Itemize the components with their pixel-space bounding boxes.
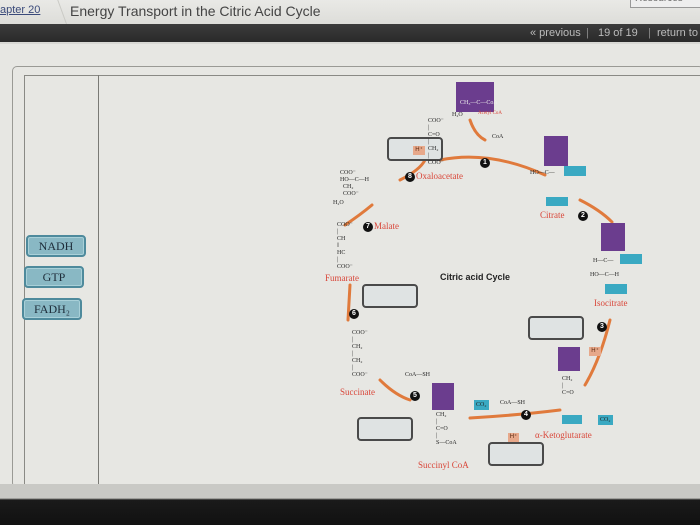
akg-highlight xyxy=(558,347,580,371)
acetyl-coa-formula: CH₃—C—CoA xyxy=(460,100,498,106)
isocitrate-coo-highlight-1 xyxy=(620,254,642,264)
acetyl-coa-name: Acetyl CoA xyxy=(478,111,503,116)
h-plus-badge: H⁺ xyxy=(413,146,425,155)
citrate-ho: HO—C— xyxy=(530,170,555,176)
taskbar xyxy=(0,484,700,525)
coa-release-label: CoA xyxy=(492,134,504,140)
water-label: H₂O xyxy=(452,112,463,118)
co2-label-3: CO₂ xyxy=(600,417,611,423)
water-malate-label: H₂O xyxy=(333,200,344,206)
h-plus-badge-3: H⁺ xyxy=(589,347,601,356)
oxaloacetate-structure: COO⁻ | C=O | CH₂ | COO⁻ xyxy=(428,118,444,166)
succinate-label: Succinate xyxy=(340,387,375,397)
citrate-label: Citrate xyxy=(540,210,565,220)
citrate-coo-highlight-1 xyxy=(564,166,586,176)
step-5-marker: 5 xyxy=(410,391,420,401)
step-8-marker: 8 xyxy=(405,172,415,182)
drop-target-step-3[interactable] xyxy=(528,316,584,340)
akg-coo-highlight xyxy=(562,415,582,424)
co2-label-4: CO₂ xyxy=(476,402,487,408)
arrow-step-4 xyxy=(468,408,562,420)
citrate-coo-highlight-2 xyxy=(546,197,568,206)
oxaloacetate-label: Oxaloacetate xyxy=(416,171,463,181)
step-6-marker: 6 xyxy=(349,309,359,319)
isocitrate-label: Isocitrate xyxy=(594,298,628,308)
succinyl-coa-label: Succinyl CoA xyxy=(418,460,469,470)
fumarate-label: Fumarate xyxy=(325,273,359,283)
fumarate-structure: COO⁻ | CH ‖ HC | COO⁻ xyxy=(337,222,353,270)
isocitrate-coo-highlight-2 xyxy=(605,284,627,294)
malate-structure: COO⁻ HO—C—H CH₂ COO⁻ xyxy=(340,170,370,197)
akg-structure: CH₂ | C=O xyxy=(562,376,574,396)
malate-label: Malate xyxy=(374,221,399,231)
isocitrate-highlight xyxy=(601,223,625,251)
alpha-ketoglutarate-label: α-Ketoglutarate xyxy=(535,430,592,440)
succinyl-coa-structure: CH₂ | C=O | S—CoA xyxy=(436,412,457,446)
arrow-acetyl-in xyxy=(468,118,487,142)
drop-target-step-6[interactable] xyxy=(362,284,418,308)
drop-target-step-5[interactable] xyxy=(357,417,413,441)
step-4-marker: 4 xyxy=(521,410,531,420)
coa-sh-label-5: CoA—SH xyxy=(405,372,431,378)
acetyl-coa-highlight xyxy=(456,82,494,112)
citrate-highlight xyxy=(544,136,568,166)
coa-sh-label-4: CoA—SH xyxy=(500,400,526,406)
diagram-title: Citric acid Cycle xyxy=(440,272,511,282)
h-plus-badge-4: H⁺ xyxy=(508,433,519,442)
step-1-marker: 1 xyxy=(480,158,490,168)
isocitrate-hc: H—C— xyxy=(593,258,614,264)
step-2-marker: 2 xyxy=(578,211,588,221)
step-3-marker: 3 xyxy=(597,322,607,332)
step-7-marker: 7 xyxy=(363,222,373,232)
drop-target-step-4[interactable] xyxy=(488,442,544,466)
succinate-structure: COO⁻ | CH₂ | CH₂ | COO⁻ xyxy=(352,330,368,378)
isocitrate-hoch: HO—C—H xyxy=(590,272,620,278)
arrow-step-5 xyxy=(378,378,412,402)
succinyl-coa-highlight xyxy=(432,383,454,410)
